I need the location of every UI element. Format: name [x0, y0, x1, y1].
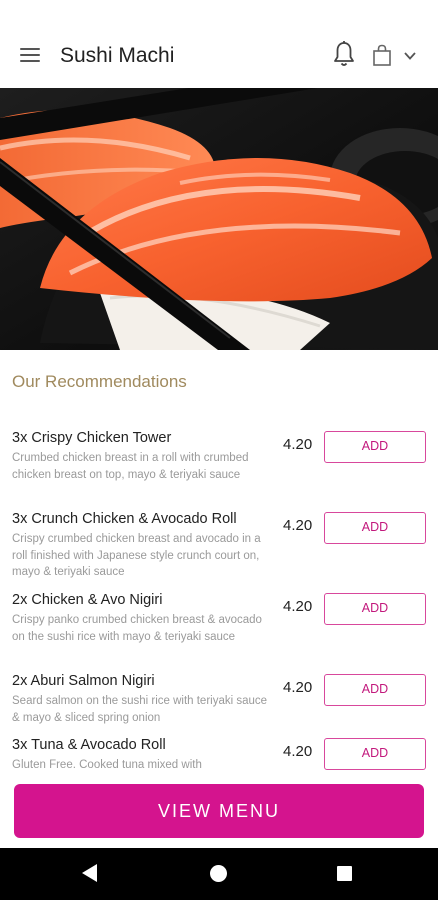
- menu-icon[interactable]: [20, 48, 40, 64]
- back-icon[interactable]: [82, 864, 97, 882]
- item-price: 4.20: [283, 679, 313, 696]
- recommendations-title: Our Recommendations: [12, 372, 187, 391]
- add-button[interactable]: ADD: [324, 674, 426, 706]
- chevron-down-icon[interactable]: [402, 48, 418, 64]
- item-description: Crispy crumbed chicken breast and avocad…: [12, 533, 261, 578]
- item-description: Gluten Free. Cooked tuna mixed with: [12, 759, 202, 771]
- item-name: 2x Aburi Salmon Nigiri: [12, 673, 155, 689]
- hero-image: [0, 88, 438, 350]
- item-description: Seard salmon on the sushi rice with teri…: [12, 695, 268, 724]
- item-name: 3x Crunch Chicken & Avocado Roll: [12, 511, 237, 527]
- view-menu-button[interactable]: VIEW MENU: [14, 784, 424, 838]
- item-price: 4.20: [283, 436, 313, 453]
- item-price: 4.20: [283, 517, 313, 534]
- system-nav-bar: [0, 848, 438, 900]
- item-description: Crispy panko crumbed chicken breast & av…: [12, 614, 262, 643]
- app-title: Sushi Machi: [60, 44, 175, 67]
- item-description: Crumbed chicken breast in a roll with cr…: [12, 452, 249, 481]
- add-button[interactable]: ADD: [324, 738, 426, 770]
- bell-icon[interactable]: [332, 40, 356, 68]
- shopping-bag-icon[interactable]: [372, 44, 392, 66]
- home-icon[interactable]: [210, 865, 227, 882]
- app-header: Sushi Machi: [0, 0, 438, 88]
- salmon-nigiri-photo: [0, 88, 438, 350]
- item-price: 4.20: [283, 598, 313, 615]
- item-name: 2x Chicken & Avo Nigiri: [12, 592, 163, 608]
- add-button[interactable]: ADD: [324, 593, 426, 625]
- item-name: 3x Tuna & Avocado Roll: [12, 737, 166, 753]
- add-button[interactable]: ADD: [324, 512, 426, 544]
- add-button[interactable]: ADD: [324, 431, 426, 463]
- item-name: 3x Crispy Chicken Tower: [12, 430, 172, 446]
- recents-icon[interactable]: [337, 866, 352, 881]
- recommendations-list: 3x Crispy Chicken Tower Crumbed chicken …: [0, 430, 438, 775]
- item-price: 4.20: [283, 743, 313, 760]
